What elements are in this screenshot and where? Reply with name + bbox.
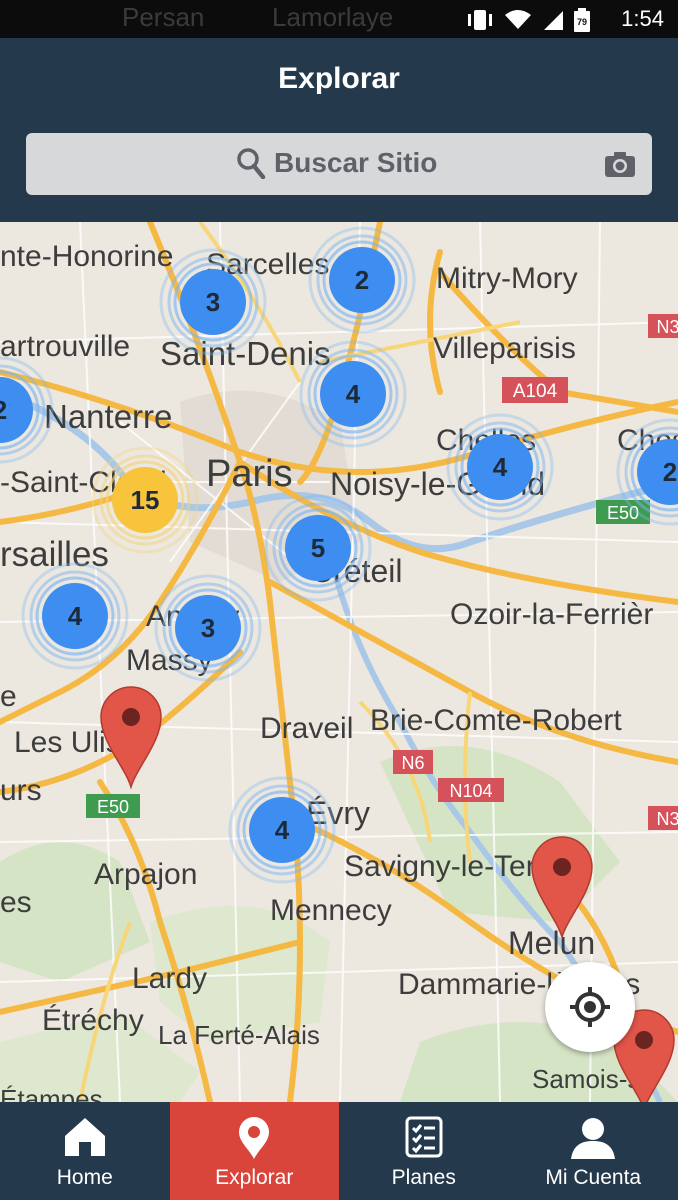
crosshair-icon [570,987,610,1027]
page-title: Explorar [278,62,400,95]
road-sign-e50: E50 [86,794,140,818]
map-label: artrouville [0,330,130,363]
cluster-count: 4 [493,452,508,482]
svg-text:N3: N3 [656,317,678,337]
map-label: Étréchy [42,1004,144,1037]
search-icon [237,148,266,179]
battery-level: 79 [577,17,587,27]
svg-text:E50: E50 [607,503,639,523]
tab-explorar[interactable]: Explorar [169,1102,339,1200]
cluster-count: 15 [131,485,160,515]
home-icon [64,1118,105,1156]
cell-signal-icon [544,11,563,30]
camera-icon[interactable] [604,150,636,178]
status-bar: Persan Lamorlaye 79 1:54 [0,0,678,38]
checklist-icon [405,1116,443,1158]
svg-text:N6: N6 [401,753,424,773]
wifi-icon [505,10,531,29]
svg-text:N3: N3 [656,809,678,829]
tab-label: Planes [391,1166,456,1189]
tab-planes[interactable]: Planes [339,1102,509,1200]
tab-label: Explorar [215,1166,294,1189]
map-label: Mitry-Mory [436,262,578,295]
search-input[interactable]: Buscar Sitio [274,147,437,179]
map-label: Melun [508,925,595,961]
tab-label: Mi Cuenta [545,1166,642,1189]
status-bar-ghost-text: Persan [122,2,205,32]
road-sign-n6: N6 [393,750,433,774]
cluster-count: 5 [311,533,325,563]
location-pin-icon [239,1117,270,1159]
tab-mi-cuenta[interactable]: Mi Cuenta [509,1102,678,1200]
map-label: Arpajon [94,858,197,891]
status-time: 1:54 [621,6,664,31]
svg-text:E50: E50 [97,797,129,817]
cluster-count: 2 [0,395,7,425]
map-label: Draveil [260,712,353,745]
svg-text:N104: N104 [449,781,492,801]
cluster-count: 4 [275,815,290,845]
map-label: Lardy [132,962,207,995]
road-sign-n3: N3 [648,314,678,338]
battery-icon: 79 [574,8,590,32]
map-label: Paris [206,453,293,495]
my-location-button[interactable] [545,962,635,1052]
road-sign-a104: A104 [502,377,568,403]
vibrate-icon [468,10,492,30]
map-label: nte-Honorine [0,240,173,273]
map-view[interactable]: nte-Honorine Sarcelles Mitry-Mory artrou… [0,222,678,1102]
bottom-tab-bar: Home Explorar Planes Mi Cuenta [0,1102,678,1200]
map-label: Villeparisis [433,332,576,365]
user-icon [571,1118,616,1159]
map-label: Brie-Comte-Robert [370,704,622,737]
app-header: Explorar Buscar Sitio [0,38,678,222]
svg-text:A104: A104 [513,381,558,402]
map-label: es [0,886,32,919]
status-bar-ghost-text: Lamorlaye [272,2,394,32]
map-label: Ozoir-la-Ferrièr [450,598,653,631]
cluster-count: 4 [68,601,83,631]
map-label: Mennecy [270,894,392,927]
map-label: Nanterre [44,398,172,435]
map-label: Étampes [0,1084,103,1102]
road-sign-n3: N3 [648,806,678,830]
map-label: e [0,680,17,713]
cluster-count: 2 [663,457,677,487]
cluster-count: 3 [201,613,215,643]
tab-home[interactable]: Home [0,1102,170,1200]
map-label: La Ferté-Alais [158,1020,320,1050]
cluster-count: 3 [206,287,220,317]
tab-label: Home [56,1166,113,1189]
map-label: urs [0,774,42,807]
map-label: Saint-Denis [160,335,331,372]
cluster-count: 2 [355,265,369,295]
road-sign-n104: N104 [438,778,504,802]
road-sign-e50: E50 [596,500,650,524]
search-bar[interactable]: Buscar Sitio [26,133,652,195]
cluster-count: 4 [346,379,361,409]
